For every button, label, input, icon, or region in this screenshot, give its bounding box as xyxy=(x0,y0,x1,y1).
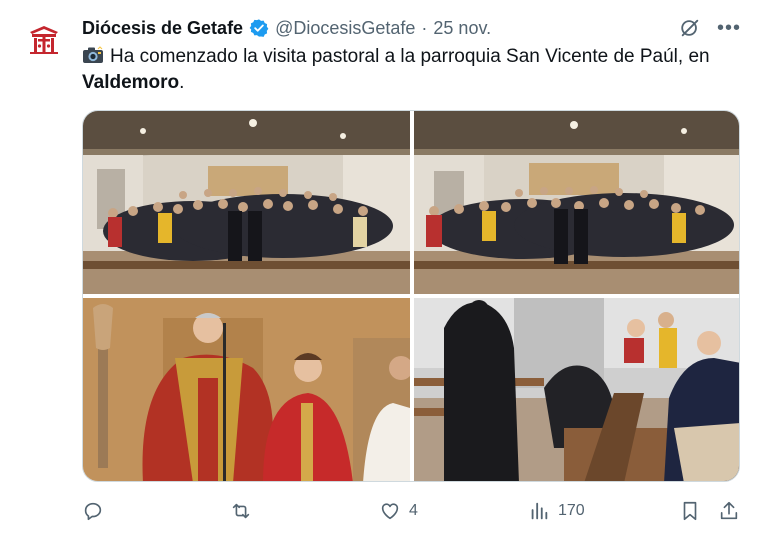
bookmark-icon xyxy=(683,501,697,521)
reply-button[interactable] xyxy=(82,498,112,524)
author-name[interactable]: Diócesis de Getafe xyxy=(82,18,243,39)
views-icon xyxy=(531,502,548,520)
share-icon xyxy=(720,501,738,520)
tweet-date[interactable]: 25 nov. xyxy=(433,18,491,39)
views-count: 170 xyxy=(558,502,585,519)
views-button[interactable]: 170 xyxy=(528,498,585,524)
more-icon[interactable]: ••• xyxy=(717,18,741,38)
separator: · xyxy=(421,17,428,38)
photo-priests-vestments[interactable] xyxy=(83,298,410,481)
like-count: 4 xyxy=(409,502,418,519)
camera-emoji-icon xyxy=(83,46,103,63)
heart-icon xyxy=(381,503,399,520)
verified-badge-icon[interactable] xyxy=(249,18,269,38)
photo-group-hall-2[interactable] xyxy=(414,111,739,294)
tweet-actions: 4 170 xyxy=(82,498,742,524)
grok-icon[interactable] xyxy=(679,17,701,39)
tweet-text: Ha comenzado la visita pastoral a la par… xyxy=(82,44,742,96)
author-handle[interactable]: @DiocesisGetafe xyxy=(275,18,415,39)
retweet-button[interactable] xyxy=(230,498,260,524)
reply-icon xyxy=(84,502,102,521)
photo-congregation-pews[interactable] xyxy=(414,298,739,481)
media-grid xyxy=(82,110,740,482)
like-button[interactable]: 4 xyxy=(379,498,418,524)
tweet-text-main: Ha comenzado la visita pastoral a la par… xyxy=(110,46,710,67)
avatar[interactable] xyxy=(26,24,62,56)
share-button[interactable] xyxy=(718,498,740,524)
tweet-text-link[interactable]: Valdemoro xyxy=(82,72,179,93)
tweet-header: Diócesis de Getafe @DiocesisGetafe · 25 … xyxy=(82,16,741,40)
photo-group-hall-1[interactable] xyxy=(83,111,410,294)
diocese-coat-of-arms-icon xyxy=(30,26,58,54)
retweet-icon xyxy=(232,503,250,519)
bookmark-button[interactable] xyxy=(679,498,701,524)
tweet-text-end: . xyxy=(179,72,185,93)
